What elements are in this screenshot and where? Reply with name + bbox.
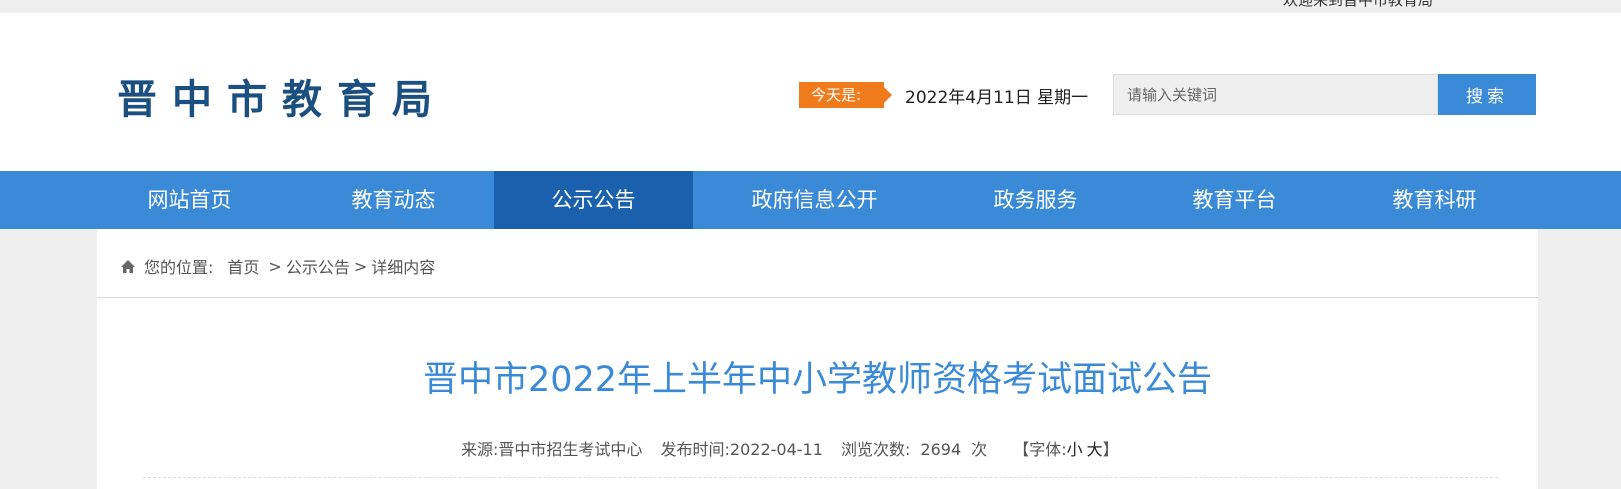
font-size-control: 【字体:小 大】 <box>1013 440 1118 459</box>
top-bar: 欢迎来到晋中市教育局 <box>0 0 1621 13</box>
font-label: 【字体: <box>1013 440 1067 459</box>
font-small-button[interactable]: 小 <box>1067 440 1083 459</box>
nav-item-home[interactable]: 网站首页 <box>127 171 252 229</box>
publish-date: 2022-04-11 <box>729 440 823 459</box>
nav-item-gov-services[interactable]: 政务服务 <box>973 171 1098 229</box>
nav-item-edu-research[interactable]: 教育科研 <box>1372 171 1497 229</box>
main-nav: 网站首页 教育动态 公示公告 政府信息公开 政务服务 教育平台 教育科研 <box>0 171 1621 229</box>
today-date: 2022年4月11日 星期一 <box>905 88 1089 108</box>
home-icon <box>120 259 136 274</box>
source-value: 晋中市招生考试中心 <box>498 440 643 459</box>
breadcrumb-detail: 详细内容 <box>371 258 436 277</box>
breadcrumb-home[interactable]: 首页 <box>227 254 259 278</box>
nav-item-announcements[interactable]: 公示公告 <box>494 171 693 229</box>
source-label: 来源: <box>461 440 499 459</box>
font-close: 】 <box>1102 440 1119 459</box>
publish-label: 发布时间: <box>660 440 730 459</box>
site-logo[interactable]: 晋中市教育局 <box>117 67 447 125</box>
views-label: 浏览次数: <box>841 440 911 459</box>
views-unit: 次 <box>971 440 988 459</box>
breadcrumb: 您的位置: 首页 > 公示公告 > 详细内容 <box>120 254 435 278</box>
welcome-text: 欢迎来到晋中市教育局 <box>1283 0 1434 9</box>
publish-info: 发布时间:2022-04-11 <box>661 440 823 459</box>
search-button[interactable]: 搜索 <box>1438 74 1536 115</box>
views-count: 2694 <box>920 440 962 459</box>
source-info: 来源:晋中市招生考试中心 <box>461 440 642 459</box>
content-panel: 您的位置: 首页 > 公示公告 > 详细内容 晋中市2022年上半年中小学教师资… <box>97 229 1538 489</box>
nav-item-edu-platform[interactable]: 教育平台 <box>1172 171 1297 229</box>
divider <box>97 297 1538 298</box>
font-large-button[interactable]: 大 <box>1087 440 1103 459</box>
breadcrumb-prefix: 您的位置: <box>144 258 214 277</box>
article-meta: 来源:晋中市招生考试中心 发布时间:2022-04-11 浏览次数: 2694 次 … <box>461 436 1119 460</box>
site-header: 晋中市教育局 今天是: 2022年4月11日 星期一 搜索 <box>0 13 1621 171</box>
breadcrumb-separator: > <box>268 256 282 276</box>
today-badge: 今天是: <box>799 82 892 108</box>
views-info: 浏览次数: 2694 次 <box>841 440 987 459</box>
breadcrumb-separator: > <box>353 256 368 276</box>
search-input[interactable] <box>1113 74 1438 115</box>
meta-divider <box>143 477 1498 478</box>
nav-item-education-news[interactable]: 教育动态 <box>331 171 456 229</box>
nav-item-gov-info[interactable]: 政府信息公开 <box>733 171 896 229</box>
breadcrumb-announcements[interactable]: 公示公告 <box>286 254 350 278</box>
article-title: 晋中市2022年上半年中小学教师资格考试面试公告 <box>422 360 1213 400</box>
